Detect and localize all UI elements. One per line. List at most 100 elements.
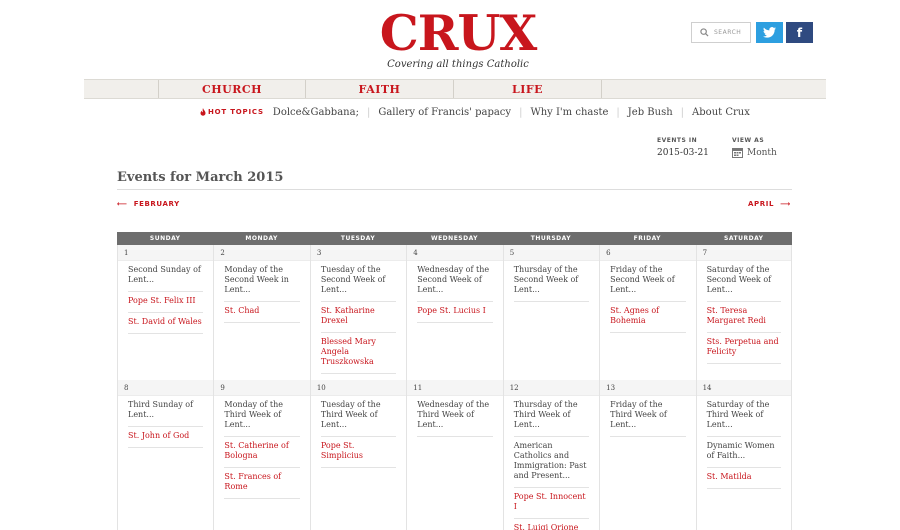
calendar-week: 8 Third Sunday of Lent... St. John of God 9…	[117, 380, 792, 530]
nav-church[interactable]: CHURCH	[158, 80, 306, 98]
calendar-icon	[732, 148, 743, 158]
twitter-icon	[763, 27, 776, 38]
divider: |	[616, 106, 620, 118]
view-as-label: VIEW AS	[732, 137, 765, 144]
divider: |	[680, 106, 685, 118]
day-number[interactable]: 4	[407, 245, 503, 261]
calendar-event[interactable]: Sts. Perpetua and Felicity	[706, 333, 781, 364]
day-number[interactable]: 3	[310, 245, 407, 261]
day-number[interactable]: 13	[600, 380, 696, 396]
day-number[interactable]: 14	[696, 380, 791, 396]
calendar-day: 14 Saturday of the Third Week of Lent... D…	[695, 380, 792, 530]
crux-logo[interactable]: CRUX Covering all things Catholic	[378, 8, 538, 70]
twitter-button[interactable]	[756, 22, 783, 43]
calendar-event[interactable]: St. Chad	[224, 302, 300, 323]
nav-faith[interactable]: FAITH	[306, 80, 454, 98]
calendar-event[interactable]: Friday of the Third Week of Lent...	[610, 396, 686, 437]
calendar-event[interactable]: Third Sunday of Lent...	[128, 396, 204, 427]
view-as-picker[interactable]: VIEW AS Month	[732, 137, 777, 158]
day-number[interactable]: 11	[407, 380, 503, 396]
calendar-event[interactable]: St. Agnes of Bohemia	[610, 302, 686, 333]
calendar-day: 3 Tuesday of the Second Week of Lent... St…	[309, 245, 407, 380]
events-in-date[interactable]: 2015-03-21	[657, 148, 709, 158]
day-number[interactable]: 10	[310, 380, 407, 396]
calendar-event[interactable]: Dynamic Women of Faith...	[706, 437, 781, 468]
calendar-event[interactable]: Tuesday of the Second Week of Lent...	[320, 261, 397, 302]
calendar-event[interactable]: Pope St. Lucius I	[417, 302, 493, 323]
calendar-event[interactable]: Monday of the Third Week of Lent...	[224, 396, 300, 437]
flame-icon	[200, 108, 206, 116]
search-button[interactable]: SEARCH	[691, 22, 751, 43]
weekday-label: TUESDAY	[340, 235, 376, 242]
tagline: Covering all things Catholic	[387, 59, 529, 70]
calendar-event[interactable]: American Catholics and Immigration: Past…	[513, 437, 590, 488]
search-label: SEARCH	[714, 29, 742, 36]
calendar-event[interactable]: Second Sunday of Lent...	[128, 261, 204, 292]
nav-life[interactable]: LIFE	[454, 80, 602, 98]
calendar-event[interactable]: Saturday of the Second Week of Lent...	[706, 261, 781, 302]
events-in-picker[interactable]: EVENTS IN 2015-03-21	[657, 137, 709, 158]
hot-topic-link[interactable]: About Crux	[692, 107, 750, 118]
divider: |	[366, 106, 371, 118]
day-number[interactable]: 6	[600, 245, 696, 261]
calendar-event[interactable]: St. Frances of Rome	[224, 468, 300, 499]
day-number[interactable]: 8	[118, 380, 214, 396]
day-number[interactable]: 1	[118, 245, 214, 261]
weekday-label: WEDNESDAY	[430, 235, 479, 242]
arrow-right-icon: ⟶	[780, 200, 791, 208]
day-number[interactable]: 12	[503, 380, 600, 396]
calendar-event[interactable]: Blessed Mary Angela Truszkowska	[320, 333, 397, 374]
calendar-day: 5 Thursday of the Second Week of Lent...	[502, 245, 600, 380]
logo-wordmark[interactable]: CRUX	[378, 8, 538, 58]
hot-topic-link[interactable]: Dolce&Gabbana;	[273, 107, 359, 118]
calendar-event[interactable]: Monday of the Second Week in Lent...	[224, 261, 300, 302]
day-number[interactable]: 9	[214, 380, 310, 396]
hot-topic-link[interactable]: Gallery of Francis' papacy	[378, 107, 511, 118]
main-nav: CHURCH FAITH LIFE	[84, 79, 826, 99]
day-number[interactable]: 7	[696, 245, 791, 261]
calendar-day: 10 Tuesday of the Third Week of Lent... Po…	[309, 380, 407, 530]
hot-topic-link[interactable]: Jeb Bush	[628, 107, 673, 118]
calendar-event[interactable]: St. David of Wales	[128, 313, 204, 334]
calendar-event[interactable]: St. Catherine of Bologna	[224, 437, 300, 468]
divider: |	[519, 106, 523, 118]
calendar-event[interactable]: St. Teresa Margaret Redi	[706, 302, 781, 333]
events-in-label: EVENTS IN	[657, 137, 698, 144]
calendar-day: 9 Monday of the Third Week of Lent... St. …	[213, 380, 310, 530]
title-divider	[117, 189, 792, 190]
calendar-event[interactable]: St. Katharine Drexel	[320, 302, 397, 333]
prev-month-link[interactable]: ⟵ FEBRUARY	[117, 200, 180, 208]
calendar-event[interactable]: Pope St. Felix III	[128, 292, 204, 313]
day-number[interactable]: 2	[214, 245, 310, 261]
weekday-label: MONDAY	[245, 235, 278, 242]
calendar-event[interactable]: Saturday of the Third Week of Lent...	[706, 396, 781, 437]
calendar-day: 6 Friday of the Second Week of Lent... St.…	[599, 245, 696, 380]
next-month-link[interactable]: APRIL ⟶	[748, 200, 791, 208]
calendar-event[interactable]: St. Luigi Orione	[514, 519, 589, 530]
calendar-event[interactable]: Wednesday of the Second Week of Lent...	[417, 261, 493, 302]
day-number[interactable]: 5	[503, 245, 600, 261]
weekday-label: SATURDAY	[724, 235, 764, 242]
calendar-event[interactable]: Friday of the Second Week of Lent...	[610, 261, 686, 302]
weekday-label: FRIDAY	[633, 235, 662, 242]
calendar-day: 12 Thursday of the Third Week of Lent... A…	[502, 380, 600, 530]
calendar-event[interactable]: Thursday of the Second Week of Lent...	[513, 261, 590, 302]
weekday-header: SUNDAY MONDAY TUESDAY WEDNESDAY THURSDAY…	[117, 232, 792, 245]
calendar-event[interactable]: St. John of God	[128, 427, 204, 448]
calendar-event[interactable]: Pope St. Innocent I	[513, 488, 590, 519]
hot-topics-label: HOT TOPICS	[200, 108, 264, 116]
weekday-label: SUNDAY	[149, 235, 181, 242]
calendar-day: 2 Monday of the Second Week in Lent... St.…	[213, 245, 310, 380]
calendar-day: 1 Second Sunday of Lent... Pope St. Felix …	[117, 245, 214, 380]
calendar-day: 4 Wednesday of the Second Week of Lent...…	[406, 245, 503, 380]
calendar-event[interactable]: Thursday of the Third Week of Lent...	[513, 396, 590, 437]
hot-topic-link[interactable]: Why I'm chaste	[530, 107, 608, 118]
calendar-event[interactable]: Wednesday of the Third Week of Lent...	[417, 396, 493, 437]
calendar-event[interactable]: St. Matilda	[706, 468, 781, 489]
calendar-event[interactable]: Tuesday of the Third Week of Lent...	[320, 396, 397, 437]
calendar-event[interactable]: Pope St. Simplicius	[320, 437, 397, 468]
view-as-value[interactable]: Month	[747, 148, 777, 158]
month-calendar: SUNDAY MONDAY TUESDAY WEDNESDAY THURSDAY…	[117, 232, 792, 530]
facebook-button[interactable]: f	[786, 22, 813, 43]
facebook-icon: f	[796, 25, 803, 40]
